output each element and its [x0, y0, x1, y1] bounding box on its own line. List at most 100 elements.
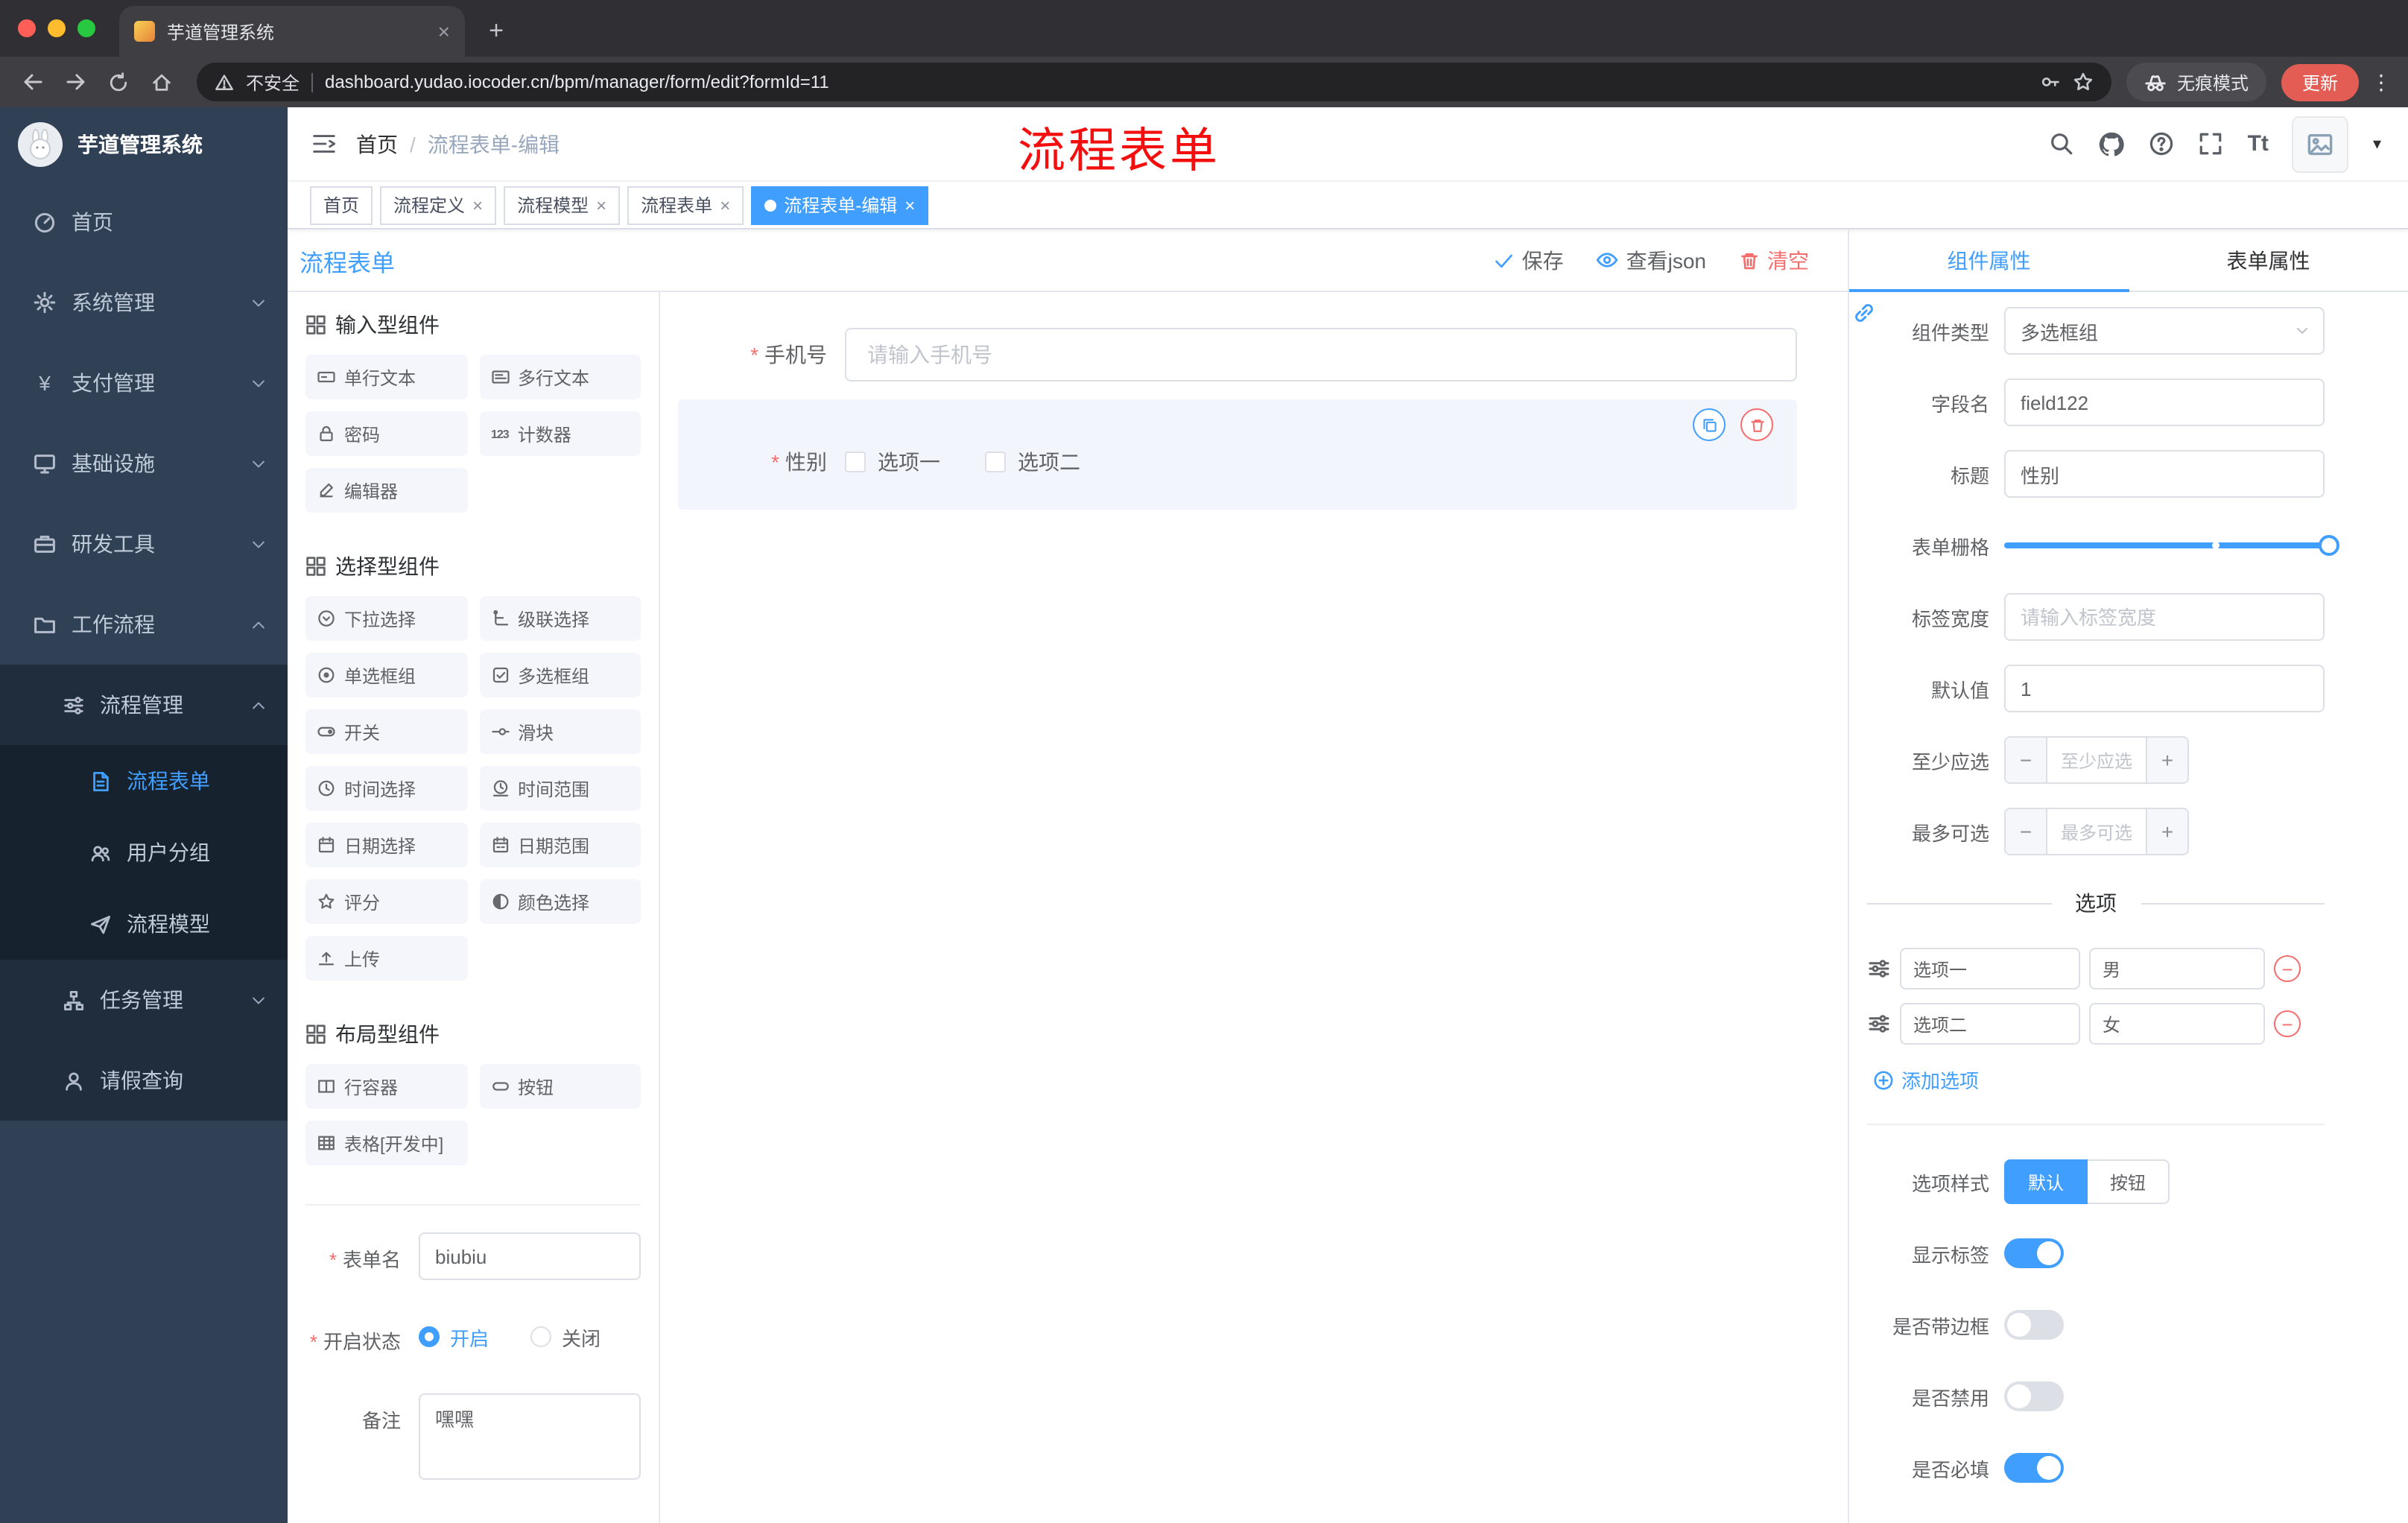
search-icon[interactable]: [2050, 131, 2075, 156]
font-size-icon[interactable]: Tt: [2248, 131, 2269, 156]
fullscreen-icon[interactable]: [2199, 131, 2224, 156]
palette-item-time-picker[interactable]: 时间选择: [305, 766, 467, 811]
clear-button[interactable]: 清空: [1739, 245, 1809, 275]
github-icon[interactable]: [2099, 130, 2126, 157]
option-drag-icon[interactable]: [1867, 1012, 1891, 1036]
sidebar-item-process-model[interactable]: 流程模型: [0, 888, 288, 960]
increase-button[interactable]: +: [2146, 809, 2187, 854]
tag-close-icon[interactable]: ×: [720, 194, 730, 215]
selected-gender-field[interactable]: 性别 选项一 选项二: [678, 399, 1797, 510]
tab-form-props[interactable]: 表单属性: [2129, 229, 2408, 291]
option-drag-icon[interactable]: [1867, 957, 1891, 981]
component-type-select[interactable]: 多选框组: [2004, 307, 2325, 355]
help-icon[interactable]: [2149, 131, 2175, 156]
palette-item-editor[interactable]: 编辑器: [305, 468, 467, 513]
tag-close-icon[interactable]: ×: [904, 194, 915, 215]
app-logo[interactable]: 芋道管理系统: [0, 107, 288, 182]
remove-option-button[interactable]: −: [2274, 1010, 2301, 1037]
copy-field-button[interactable]: [1693, 408, 1726, 441]
password-key-icon[interactable]: [2040, 72, 2061, 92]
tag-process-form-edit[interactable]: 流程表单-编辑 ×: [751, 186, 929, 224]
palette-item-checkbox-group[interactable]: 多选框组: [479, 653, 641, 697]
gender-option2-checkbox[interactable]: 选项二: [985, 447, 1080, 477]
browser-menu-icon[interactable]: ⋮: [2366, 63, 2396, 101]
grid-slider[interactable]: [2004, 535, 2339, 556]
status-off-radio[interactable]: 关闭: [530, 1323, 601, 1351]
style-button-button[interactable]: 按钮: [2088, 1159, 2170, 1204]
phone-field-row[interactable]: 手机号: [678, 328, 1797, 381]
disabled-toggle[interactable]: [2004, 1381, 2064, 1411]
palette-item-radio-group[interactable]: 单选框组: [305, 653, 467, 697]
default-value-input[interactable]: [2004, 665, 2325, 712]
sidebar-item-workflow[interactable]: 工作流程: [0, 584, 288, 665]
title-input[interactable]: [2004, 450, 2325, 498]
palette-item-upload[interactable]: 上传: [305, 936, 467, 981]
show-label-toggle[interactable]: [2004, 1238, 2064, 1268]
palette-item-cascader[interactable]: 级联选择: [479, 596, 641, 641]
palette-item-time-range[interactable]: 时间范围: [479, 766, 641, 811]
decrease-button[interactable]: −: [2006, 738, 2047, 782]
sidebar-item-devtools[interactable]: 研发工具: [0, 504, 288, 584]
bookmark-star-icon[interactable]: [2073, 72, 2094, 92]
back-button[interactable]: [12, 62, 52, 102]
url-text[interactable]: dashboard.yudao.iocoder.cn/bpm/manager/f…: [325, 72, 2028, 92]
home-button[interactable]: [142, 62, 182, 102]
browser-tab[interactable]: 芋道管理系统 ×: [119, 6, 465, 57]
sidebar-item-process-form[interactable]: 流程表单: [0, 745, 288, 817]
palette-item-single-line-text[interactable]: 单行文本: [305, 355, 467, 399]
min-select-value[interactable]: 至少应选: [2047, 738, 2146, 782]
tab-component-props[interactable]: 组件属性: [1849, 229, 2129, 292]
palette-item-select[interactable]: 下拉选择: [305, 596, 467, 641]
palette-item-table[interactable]: 表格[开发中]: [305, 1121, 467, 1165]
breadcrumb-home[interactable]: 首页: [356, 129, 398, 159]
palette-item-color-picker[interactable]: 颜色选择: [479, 879, 641, 924]
tab-close-icon[interactable]: ×: [438, 21, 450, 42]
view-json-button[interactable]: 查看json: [1597, 245, 1706, 275]
collapse-sidebar-icon[interactable]: [288, 130, 356, 158]
max-select-value[interactable]: 最多可选: [2047, 809, 2146, 854]
phone-field-input[interactable]: [845, 328, 1797, 381]
increase-button[interactable]: +: [2146, 738, 2187, 782]
option2-value-input[interactable]: [2089, 1003, 2265, 1045]
user-avatar[interactable]: [2292, 115, 2349, 172]
sidebar-item-payment[interactable]: ¥ 支付管理: [0, 343, 288, 423]
border-toggle[interactable]: [2004, 1310, 2064, 1340]
form-remark-textarea[interactable]: 嘿嘿: [419, 1393, 641, 1480]
sidebar-item-user-group[interactable]: 用户分组: [0, 817, 288, 888]
sidebar-item-leave-query[interactable]: 请假查询: [0, 1040, 288, 1121]
field-name-input[interactable]: [2004, 379, 2325, 426]
remove-option-button[interactable]: −: [2274, 955, 2301, 982]
label-width-input[interactable]: [2004, 593, 2325, 641]
form-name-input[interactable]: [419, 1232, 641, 1280]
palette-item-date-picker[interactable]: 日期选择: [305, 823, 467, 867]
palette-item-slider[interactable]: 滑块: [479, 709, 641, 754]
option1-label-input[interactable]: [1900, 948, 2080, 990]
doc-link-icon[interactable]: [1852, 301, 1876, 325]
add-option-button[interactable]: 添加选项: [1873, 1066, 2325, 1094]
security-label[interactable]: 不安全: [246, 69, 300, 95]
tag-process-definition[interactable]: 流程定义 ×: [380, 186, 497, 224]
tag-close-icon[interactable]: ×: [472, 194, 483, 215]
option1-value-input[interactable]: [2089, 948, 2265, 990]
sidebar-item-task-mgmt[interactable]: 任务管理: [0, 960, 288, 1040]
tag-process-form[interactable]: 流程表单 ×: [627, 186, 744, 224]
option2-label-input[interactable]: [1900, 1003, 2080, 1045]
caret-down-icon[interactable]: ▾: [2373, 134, 2381, 153]
forward-button[interactable]: [55, 62, 95, 102]
tag-home[interactable]: 首页: [310, 186, 373, 224]
palette-item-date-range[interactable]: 日期范围: [479, 823, 641, 867]
decrease-button[interactable]: −: [2006, 809, 2047, 854]
new-tab-button[interactable]: +: [477, 12, 516, 51]
save-button[interactable]: 保存: [1494, 245, 1564, 275]
sidebar-item-system[interactable]: 系统管理: [0, 262, 288, 343]
palette-item-row-container[interactable]: 行容器: [305, 1064, 467, 1109]
palette-item-multi-line-text[interactable]: 多行文本: [479, 355, 641, 399]
palette-item-switch[interactable]: 开关: [305, 709, 467, 754]
reload-button[interactable]: [98, 62, 139, 102]
zoom-window-button[interactable]: [77, 19, 95, 37]
style-default-button[interactable]: 默认: [2004, 1159, 2088, 1204]
status-on-radio[interactable]: 开启: [419, 1323, 489, 1351]
required-toggle[interactable]: [2004, 1453, 2064, 1483]
tag-process-model[interactable]: 流程模型 ×: [504, 186, 621, 224]
sidebar-item-process-mgmt[interactable]: 流程管理: [0, 665, 288, 745]
